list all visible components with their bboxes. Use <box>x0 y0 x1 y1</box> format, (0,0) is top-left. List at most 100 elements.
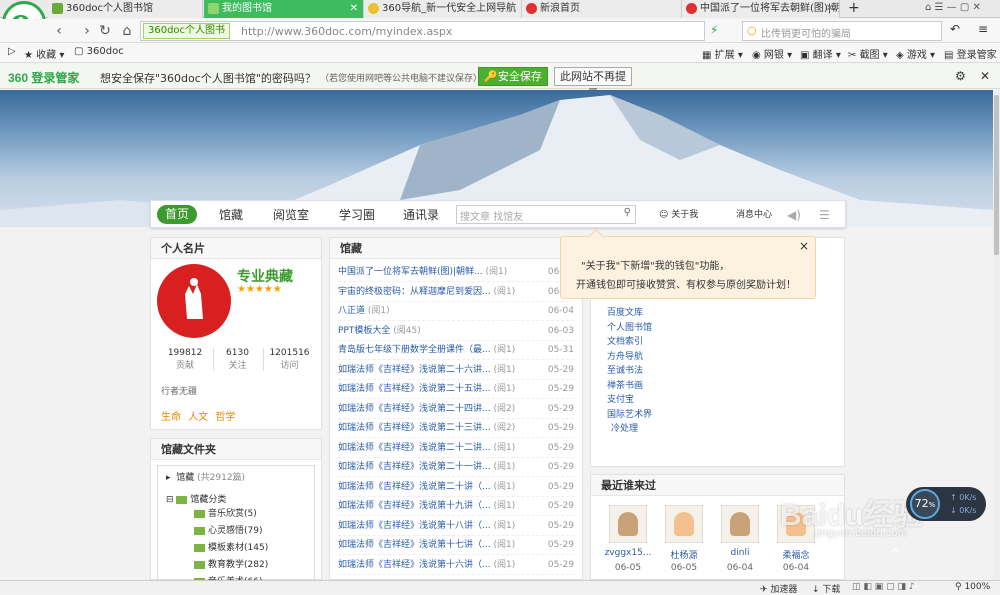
page-scrollbar[interactable] <box>993 90 1000 580</box>
visitor-name[interactable]: zvggx15... <box>603 548 653 558</box>
nav-learning[interactable]: 学习圈 <box>339 206 375 224</box>
home-icon[interactable]: ⌂ <box>118 22 136 40</box>
collection-row[interactable]: 如瑞法师《吉祥经》浅说第二十六讲... (阅1) 05-29 <box>338 361 574 380</box>
collection-row[interactable]: 八正道 (阅1) 06-04 <box>338 302 574 321</box>
collection-row[interactable]: 如瑞法师《吉祥经》浅说第十六讲（... (阅1) 05-29 <box>338 556 574 575</box>
tag[interactable]: 生命 <box>161 412 181 423</box>
article-title[interactable]: 如瑞法师《吉祥经》浅说第十九讲（... <box>338 501 491 511</box>
tag[interactable]: 哲学 <box>215 412 235 423</box>
tab-360-nav[interactable]: 360导航_新一代安全上网导航 <box>364 0 522 18</box>
download-button[interactable]: ↓ 下载 <box>812 582 840 595</box>
avatar[interactable] <box>157 264 231 338</box>
article-title[interactable]: 如瑞法师《吉祥经》浅说第十八讲（... <box>338 521 491 531</box>
article-title[interactable]: 如瑞法师《吉祥经》浅说第二十六讲... <box>338 365 491 375</box>
article-title[interactable]: PPT模板大全 <box>338 326 390 336</box>
article-title[interactable]: 青岛版七年级下册数学全册课件（最... <box>338 345 491 355</box>
visitor-name[interactable]: dinli <box>715 548 765 558</box>
status-tools-icon[interactable]: ◫ ◧ ▣ ▢ ◨ ♪ <box>852 582 915 592</box>
collection-row[interactable]: 如瑞法师《吉祥经》浅说第二十五讲... (阅1) 05-29 <box>338 380 574 399</box>
article-title[interactable]: 中国派了一位将军去朝鲜(图)|朝鲜... <box>338 267 483 277</box>
new-tab-icon[interactable]: + <box>848 0 860 17</box>
folder-root[interactable]: ▸ 馆藏 (共2912篇) <box>166 470 245 483</box>
visitor-name[interactable]: 杜杨源 <box>659 548 709 561</box>
speaker-icon[interactable]: ◀) <box>787 206 801 224</box>
collection-row[interactable]: 如瑞法师《吉祥经》浅说第二十三讲... (阅2) 05-29 <box>338 419 574 438</box>
close-tab-icon[interactable]: ✕ <box>350 0 358 18</box>
sidebar-link[interactable]: 方舟导航 <box>607 349 643 362</box>
never-for-site-button[interactable]: 此网站不再提示 <box>554 67 632 100</box>
collection-row[interactable]: 如瑞法师《吉祥经》浅说第二十二讲... (阅1) 05-29 <box>338 439 574 458</box>
sidebar-link[interactable]: 支付宝 <box>607 392 634 405</box>
save-password-button[interactable]: 🔑安全保存 <box>478 67 548 86</box>
settings-icon[interactable]: ⚙ <box>955 69 966 83</box>
login-manager-button[interactable]: ▤ 登录管家 <box>944 46 997 61</box>
lightning-icon[interactable]: ⚡ <box>710 23 718 37</box>
collection-row[interactable]: 如瑞法师《吉祥经》浅说第十八讲（... (阅1) 05-29 <box>338 517 574 536</box>
nav-collection[interactable]: 馆藏 <box>219 206 243 224</box>
close-tab-icon[interactable]: ✕ <box>826 0 834 18</box>
collection-row[interactable]: 如瑞法师《吉祥经》浅说第二十四讲... (阅2) 05-29 <box>338 400 574 419</box>
nav-about-me[interactable]: ☺ 关于我 <box>659 206 698 224</box>
sidebar-link[interactable]: 文档索引 <box>607 334 643 347</box>
menu-icon[interactable]: ≡ <box>978 22 988 36</box>
article-title[interactable]: 如瑞法师《吉祥经》浅说第十六讲（... <box>338 560 491 570</box>
folder-category[interactable]: ⊟ 馆藏分类 <box>166 492 226 505</box>
folder-item[interactable]: 音乐欣赏(5) <box>194 506 257 519</box>
collection-row[interactable]: 中国派了一位将军去朝鲜(图)|朝鲜... (阅1)06-05 <box>338 263 574 282</box>
article-title[interactable]: 如瑞法师《吉祥经》浅说第二十五讲... <box>338 384 491 394</box>
visitor-avatar[interactable] <box>665 505 703 543</box>
url-field[interactable]: 360doc个人图书 http://www.360doc.com/myindex… <box>140 21 705 41</box>
article-title[interactable]: 宇宙的终极密码：从释迦摩尼到爱因... <box>338 287 491 297</box>
visitor-name[interactable]: 柔福念 <box>771 548 821 561</box>
bookmark-360doc[interactable]: ▢ 360doc <box>74 46 124 57</box>
sidebar-link[interactable]: 禅茶书画 <box>607 378 643 391</box>
visitor-avatar[interactable] <box>609 505 647 543</box>
nav-contacts[interactable]: 通讯录 <box>403 206 439 224</box>
article-title[interactable]: 如瑞法师《吉祥经》浅说第二十二讲... <box>338 443 491 453</box>
undo-icon[interactable]: ↶ <box>950 22 960 36</box>
netbank-button[interactable]: ◉ 网银 ▾ <box>752 46 792 61</box>
article-title[interactable]: 如瑞法师《吉祥经》浅说第二十三讲... <box>338 423 491 433</box>
scroll-top-icon[interactable]: ⌃ <box>888 545 903 566</box>
article-title[interactable]: 如瑞法师《吉祥经》浅说第二十一讲... <box>338 462 491 472</box>
scrollbar-thumb[interactable] <box>994 95 999 255</box>
search-input[interactable]: ○ 比传销更可怕的骗局 <box>742 21 942 41</box>
nav-search-input[interactable]: 搜文章 找馆友 ⚲ <box>456 205 636 224</box>
article-title[interactable]: 如瑞法师《吉祥经》浅说第十七讲（... <box>338 540 491 550</box>
article-title[interactable]: 如瑞法师《吉祥经》浅说第二十讲（... <box>338 482 491 492</box>
sidebar-link[interactable]: 至诚书法 <box>607 363 643 376</box>
collection-row[interactable]: 如瑞法师《吉祥经》浅说第二十讲（... (阅1) 05-29 <box>338 478 574 497</box>
collection-row[interactable]: 宇宙的终极密码：从释迦摩尼到爱因... (阅1)06-05 <box>338 283 574 302</box>
list-icon[interactable]: ☰ <box>819 206 830 224</box>
collection-row[interactable]: 如瑞法师《吉祥经》浅说第十九讲（... (阅1) 05-29 <box>338 497 574 516</box>
folder-item[interactable]: 心灵感悟(79) <box>194 523 262 536</box>
sidebar-toggle-icon[interactable]: ▷ <box>8 46 16 57</box>
sidebar-link[interactable]: 国际艺术界 <box>607 407 652 420</box>
tab-360doc[interactable]: 360doc个人图书馆 <box>48 0 203 18</box>
tag[interactable]: 人文 <box>188 412 208 423</box>
nav-home[interactable]: 首页 <box>157 205 197 224</box>
sidebar-link[interactable]: 冷处理 <box>611 421 638 434</box>
screenshot-button[interactable]: ✂ 截图 ▾ <box>848 46 888 61</box>
games-button[interactable]: ◈ 游戏 ▾ <box>896 46 935 61</box>
folder-item[interactable]: 教育教学(282) <box>194 557 268 570</box>
zoom-level[interactable]: ⚲ 100% <box>955 582 990 592</box>
favorites-button[interactable]: ★ 收藏 ▾ <box>24 46 64 61</box>
sidebar-link[interactable]: 个人图书馆 <box>607 320 652 333</box>
speed-widget[interactable]: 72% ↑ 0K/s ↓ 0K/s <box>906 487 986 521</box>
accelerator-button[interactable]: ✈ 加速器 <box>760 582 797 595</box>
tab-news[interactable]: 中国派了一位将军去朝鲜(图)|朝鲜 ✕ <box>682 0 840 18</box>
nav-reading-room[interactable]: 阅览室 <box>273 206 309 224</box>
collection-row[interactable]: PPT模板大全 (阅45) 06-03 <box>338 322 574 341</box>
visitor-avatar[interactable] <box>721 505 759 543</box>
nav-messages[interactable]: 消息中心 <box>736 206 772 224</box>
article-title[interactable]: 如瑞法师《吉祥经》浅说第二十四讲... <box>338 404 491 414</box>
translate-button[interactable]: ▣ 翻译 ▾ <box>800 46 841 61</box>
forward-icon[interactable]: › <box>78 22 96 40</box>
close-popup-icon[interactable]: × <box>799 239 809 253</box>
article-title[interactable]: 八正道 <box>338 306 365 316</box>
window-controls[interactable]: ⌂ ☰ — ▢ ✕ <box>925 2 981 13</box>
tab-my-library[interactable]: 我的图书馆 ✕ <box>204 0 364 18</box>
close-notice-icon[interactable]: ✕ <box>980 69 990 83</box>
extend-button[interactable]: ▦ 扩展 ▾ <box>702 46 743 61</box>
